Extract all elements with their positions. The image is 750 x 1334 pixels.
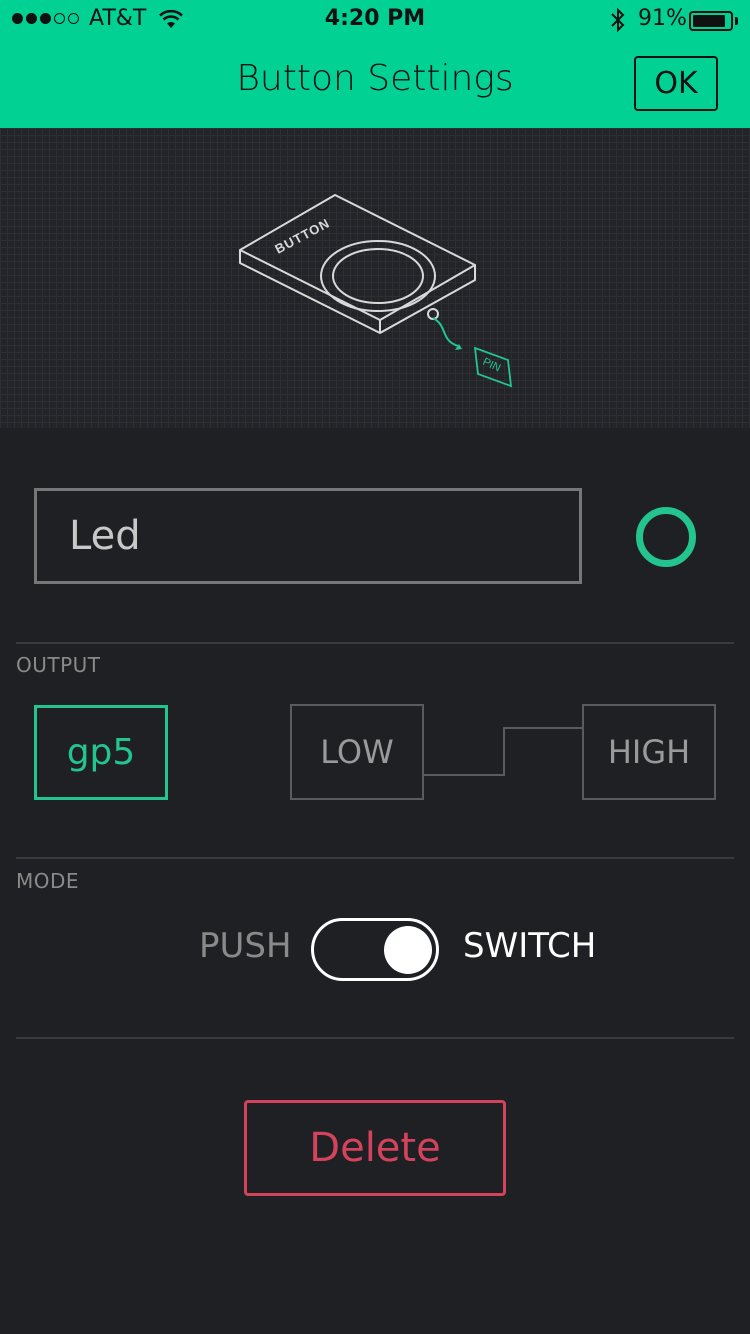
delete-button[interactable]: Delete: [244, 1100, 506, 1196]
switch-mode-label: SWITCH: [463, 926, 597, 966]
mode-toggle-switch[interactable]: [311, 918, 439, 981]
low-value-input[interactable]: LOW: [290, 704, 424, 800]
high-value-input[interactable]: HIGH: [582, 704, 716, 800]
divider: [16, 857, 734, 859]
mode-section-label: MODE: [16, 869, 80, 893]
toggle-knob: [384, 926, 432, 974]
divider: [16, 1037, 734, 1039]
push-mode-label: PUSH: [199, 926, 292, 966]
